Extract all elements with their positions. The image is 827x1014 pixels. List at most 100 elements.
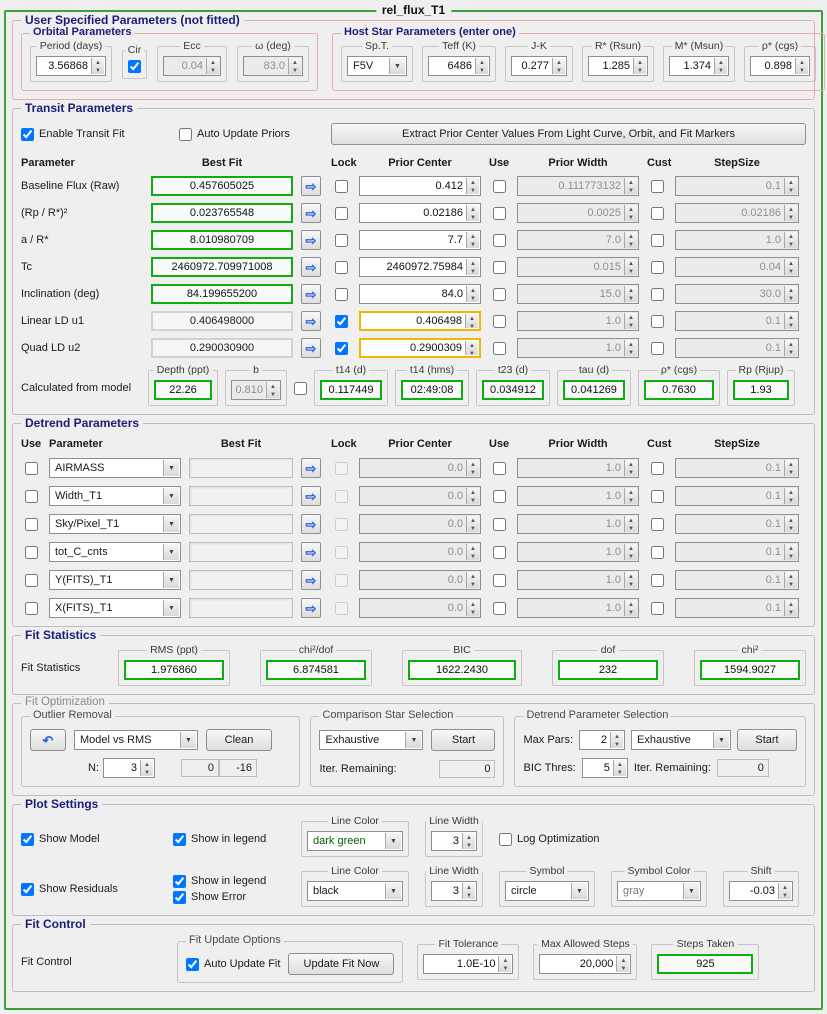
use-prior-checkbox[interactable] xyxy=(493,315,506,328)
shift-spinner[interactable]: -0.03 xyxy=(729,881,793,901)
copy-to-prior-button[interactable]: ⇨ xyxy=(301,311,321,331)
log-optimization-checkbox[interactable] xyxy=(499,833,512,846)
symbol-color-combo[interactable]: gray xyxy=(617,881,701,901)
copy-to-prior-button[interactable]: ⇨ xyxy=(301,203,321,223)
prior-center-spinner[interactable]: 7.7 xyxy=(359,230,481,250)
detrend-mode-combo[interactable]: Exhaustive xyxy=(631,730,731,750)
copy-to-prior-button[interactable]: ⇨ xyxy=(301,176,321,196)
show-residuals-checkbox[interactable] xyxy=(21,883,34,896)
copy-to-prior-button[interactable]: ⇨ xyxy=(301,486,321,506)
detrend-parameter-combo[interactable]: Width_T1 xyxy=(49,486,181,506)
copy-to-prior-button[interactable]: ⇨ xyxy=(301,284,321,304)
impact-parameter-lock-checkbox[interactable] xyxy=(294,382,307,395)
use-prior-checkbox[interactable] xyxy=(493,288,506,301)
use-prior-checkbox[interactable] xyxy=(493,574,506,587)
use-detrend-checkbox[interactable] xyxy=(25,602,38,615)
copy-to-prior-button[interactable]: ⇨ xyxy=(301,257,321,277)
lock-checkbox[interactable] xyxy=(335,342,348,355)
symbol-combo[interactable]: circle xyxy=(505,881,589,901)
max-pars-spinner[interactable]: 2 xyxy=(579,730,625,750)
use-prior-checkbox[interactable] xyxy=(493,207,506,220)
cust-stepsize-checkbox[interactable] xyxy=(651,490,664,503)
lock-checkbox[interactable] xyxy=(335,234,348,247)
use-prior-checkbox[interactable] xyxy=(493,602,506,615)
clean-button[interactable]: Clean xyxy=(206,729,272,751)
copy-to-prior-button[interactable]: ⇨ xyxy=(301,338,321,358)
cust-stepsize-checkbox[interactable] xyxy=(651,546,664,559)
update-fit-now-button[interactable]: Update Fit Now xyxy=(288,953,394,975)
prior-center-spinner[interactable]: 0.2900309 xyxy=(359,338,481,358)
prior-center-spinner[interactable]: 0.406498 xyxy=(359,311,481,331)
cust-stepsize-checkbox[interactable] xyxy=(651,462,664,475)
lock-checkbox[interactable] xyxy=(335,180,348,193)
copy-to-prior-button[interactable]: ⇨ xyxy=(301,570,321,590)
lock-checkbox[interactable] xyxy=(335,261,348,274)
use-prior-checkbox[interactable] xyxy=(493,462,506,475)
use-prior-checkbox[interactable] xyxy=(493,518,506,531)
cust-stepsize-checkbox[interactable] xyxy=(651,602,664,615)
copy-to-prior-button[interactable]: ⇨ xyxy=(301,542,321,562)
prior-center-spinner[interactable]: 0.0 xyxy=(359,542,481,562)
model-line-color-combo[interactable]: dark green xyxy=(307,831,403,851)
period-spinner[interactable]: 3.56868 xyxy=(36,56,106,76)
lock-checkbox[interactable] xyxy=(335,207,348,220)
detrend-start-button[interactable]: Start xyxy=(737,729,797,751)
use-detrend-checkbox[interactable] xyxy=(25,462,38,475)
auto-update-priors-checkbox[interactable] xyxy=(179,128,192,141)
use-prior-checkbox[interactable] xyxy=(493,546,506,559)
lock-checkbox[interactable] xyxy=(335,315,348,328)
prior-center-spinner[interactable]: 0.02186 xyxy=(359,203,481,223)
prior-center-spinner[interactable]: 2460972.75984 xyxy=(359,257,481,277)
spectral-type-combo[interactable]: F5V xyxy=(347,56,407,76)
use-prior-checkbox[interactable] xyxy=(493,261,506,274)
prior-center-spinner[interactable]: 0.0 xyxy=(359,570,481,590)
prior-center-spinner[interactable]: 0.0 xyxy=(359,486,481,506)
max-allowed-steps-spinner[interactable]: 20,000 xyxy=(539,954,631,974)
residuals-line-width-spinner[interactable]: 3 xyxy=(431,881,477,901)
prior-center-spinner[interactable]: 0.0 xyxy=(359,514,481,534)
detrend-parameter-combo[interactable]: AIRMASS xyxy=(49,458,181,478)
fit-tolerance-spinner[interactable]: 1.0E-10 xyxy=(423,954,513,974)
prior-center-spinner[interactable]: 0.0 xyxy=(359,458,481,478)
comparison-start-button[interactable]: Start xyxy=(431,729,495,751)
copy-to-prior-button[interactable]: ⇨ xyxy=(301,458,321,478)
teff-spinner[interactable]: 6486 xyxy=(428,56,490,76)
use-prior-checkbox[interactable] xyxy=(493,490,506,503)
auto-update-fit-checkbox[interactable] xyxy=(186,958,199,971)
cust-stepsize-checkbox[interactable] xyxy=(651,518,664,531)
use-prior-checkbox[interactable] xyxy=(493,342,506,355)
cust-stepsize-checkbox[interactable] xyxy=(651,261,664,274)
model-show-in-legend-checkbox[interactable] xyxy=(173,833,186,846)
copy-to-prior-button[interactable]: ⇨ xyxy=(301,598,321,618)
mstar-spinner[interactable]: 1.374 xyxy=(669,56,729,76)
extract-prior-values-button[interactable]: Extract Prior Center Values From Light C… xyxy=(331,123,806,145)
undo-clean-button[interactable]: ↶ xyxy=(30,729,66,751)
detrend-parameter-combo[interactable]: X(FITS)_T1 xyxy=(49,598,181,618)
prior-center-spinner[interactable]: 84.0 xyxy=(359,284,481,304)
cust-stepsize-checkbox[interactable] xyxy=(651,234,664,247)
rho-star-spinner[interactable]: 0.898 xyxy=(750,56,810,76)
comparison-mode-combo[interactable]: Exhaustive xyxy=(319,730,423,750)
residuals-show-in-legend-checkbox[interactable] xyxy=(173,875,186,888)
circular-orbit-checkbox[interactable] xyxy=(128,60,141,73)
outlier-method-combo[interactable]: Model vs RMS xyxy=(74,730,198,750)
model-line-width-spinner[interactable]: 3 xyxy=(431,831,477,851)
cust-stepsize-checkbox[interactable] xyxy=(651,315,664,328)
jk-spinner[interactable]: 0.277 xyxy=(511,56,567,76)
detrend-parameter-combo[interactable]: tot_C_cnts xyxy=(49,542,181,562)
use-detrend-checkbox[interactable] xyxy=(25,490,38,503)
cust-stepsize-checkbox[interactable] xyxy=(651,574,664,587)
prior-center-spinner[interactable]: 0.412 xyxy=(359,176,481,196)
detrend-parameter-combo[interactable]: Sky/Pixel_T1 xyxy=(49,514,181,534)
cust-stepsize-checkbox[interactable] xyxy=(651,288,664,301)
use-prior-checkbox[interactable] xyxy=(493,180,506,193)
show-error-checkbox[interactable] xyxy=(173,891,186,904)
use-detrend-checkbox[interactable] xyxy=(25,518,38,531)
detrend-parameter-combo[interactable]: Y(FITS)_T1 xyxy=(49,570,181,590)
cust-stepsize-checkbox[interactable] xyxy=(651,180,664,193)
show-model-checkbox[interactable] xyxy=(21,833,34,846)
bic-thres-spinner[interactable]: 5 xyxy=(582,758,628,778)
copy-to-prior-button[interactable]: ⇨ xyxy=(301,230,321,250)
copy-to-prior-button[interactable]: ⇨ xyxy=(301,514,321,534)
use-detrend-checkbox[interactable] xyxy=(25,546,38,559)
